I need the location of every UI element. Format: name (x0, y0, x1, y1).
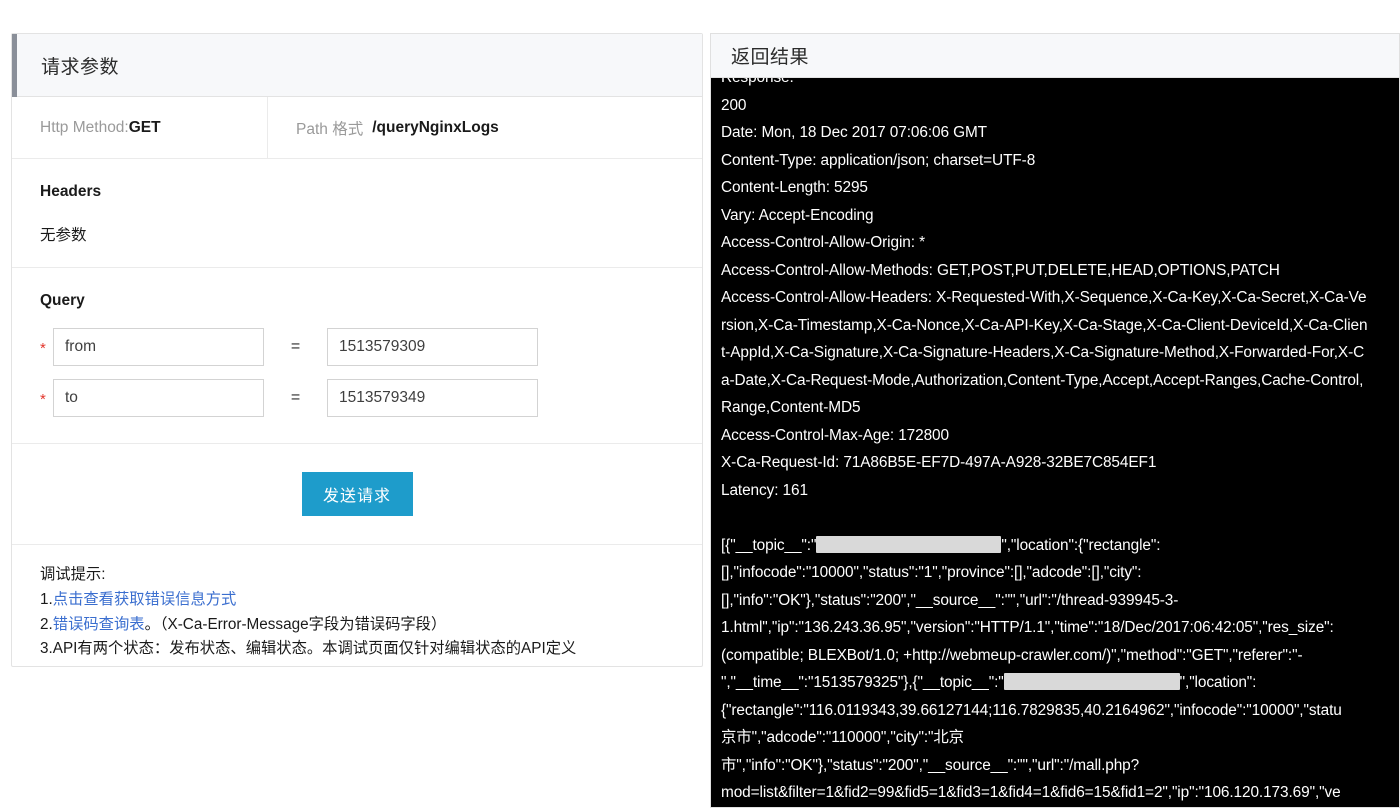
page-root: 请求参数 Http Method: GET Path 格式/queryNginxL… (0, 0, 1400, 808)
console-line: Content-Type: application/json; charset=… (721, 151, 1036, 169)
console-line: Access-Control-Allow-Methods: GET,POST,P… (721, 261, 1280, 279)
tips-item-1-index: 1. (40, 590, 53, 608)
tips-heading: 调试提示: (40, 566, 106, 583)
equals-sign: = (290, 338, 301, 355)
query-param-name-input-0[interactable] (53, 328, 264, 366)
console-line-allow-headers: Access-Control-Allow-Headers: X-Requeste… (721, 289, 1368, 416)
tips-item-2-rest: 。（X-Ca-Error-Message字段为错误码字段） (144, 615, 447, 633)
console-body-line: [],"info":"OK"},"status":"200","__source… (721, 591, 1179, 609)
console-body-line: ","__time__":"1513579325"},{"__topic__":… (721, 673, 1257, 691)
console-body-line: 1.html","ip":"136.243.36.95","version":"… (721, 619, 1334, 636)
query-param-row: * = (40, 328, 674, 366)
tips-item-3-index: 3. (40, 640, 53, 658)
headers-title: Headers (40, 183, 102, 200)
query-param-row: * = (40, 379, 674, 417)
response-panel-header: 返回结果 (711, 34, 1399, 78)
path-label: Path 格式 (296, 120, 364, 138)
request-params-panel: 请求参数 Http Method: GET Path 格式/queryNginxL… (11, 33, 703, 667)
console-body-line: {"rectangle":"116.0119343,39.66127144;11… (721, 701, 1342, 719)
query-section: Query * = * = (12, 268, 702, 444)
http-method-label: Http Method: (40, 118, 129, 136)
path-cell: Path 格式/queryNginxLogs (268, 97, 499, 158)
headers-empty-note: 无参数 (40, 227, 87, 244)
redacted-value (1003, 673, 1180, 690)
response-panel-title: 返回结果 (731, 47, 810, 68)
tips-item-1-link[interactable]: 点击查看获取错误信息方式 (53, 591, 237, 608)
required-marker: * (40, 390, 46, 408)
query-title: Query (40, 292, 85, 309)
console-line: Content-Length: 5295 (721, 179, 868, 196)
headers-section: Headers 无参数 (12, 159, 702, 268)
response-console[interactable]: Response: 200 Date: Mon, 18 Dec 2017 07:06… (711, 78, 1399, 807)
console-body-line: [],"infocode":"10000","status":"1","prov… (721, 564, 1142, 581)
console-line: Vary: Accept-Encoding (721, 206, 874, 224)
console-body-line: [{"__topic__":" ","location":{"rectangle"… (721, 535, 1161, 554)
http-method-cell: Http Method: GET (12, 97, 268, 158)
request-panel-header: 请求参数 (12, 34, 702, 97)
console-line: Access-Control-Allow-Origin: * (721, 234, 925, 251)
query-param-name-input-1[interactable] (53, 379, 264, 417)
query-param-value-input-0[interactable] (327, 328, 538, 366)
send-request-button[interactable]: 发送请求 (301, 472, 413, 516)
console-line: Response: (721, 78, 1399, 92)
debug-tips: 调试提示: 1.点击查看获取错误信息方式 2.错误码查询表。（X-Ca-Erro… (12, 545, 702, 682)
console-line: Date: Mon, 18 Dec 2017 07:06:06 GMT (721, 124, 987, 141)
tips-item-2-index: 2. (40, 615, 53, 633)
console-body-line: mod=list&filter=1&fid2=99&fid5=1&fid3=1&… (721, 784, 1341, 801)
required-marker: * (40, 339, 46, 357)
response-panel: 返回结果 Response: 200 Date: Mon, 18 Dec 2017 … (710, 33, 1400, 808)
header-accent-bar (12, 34, 17, 97)
response-console-content: Response: 200 Date: Mon, 18 Dec 2017 07:06… (721, 78, 1399, 807)
http-method-value: GET (128, 118, 161, 136)
method-path-row: Http Method: GET Path 格式/queryNginxLogs (12, 97, 702, 159)
path-value: /queryNginxLogs (372, 118, 499, 136)
tips-item-2-link[interactable]: 错误码查询表 (53, 616, 145, 633)
send-button-wrap: 发送请求 (12, 444, 702, 545)
redacted-value (816, 535, 1002, 553)
tips-item-2: 2.错误码查询表。（X-Ca-Error-Message字段为错误码字段） (40, 613, 674, 638)
tips-item-3: 3.API有两个状态：发布状态、编辑状态。本调试页面仅针对编辑状态的API定义 (40, 637, 674, 662)
console-line: 200 (721, 96, 747, 114)
console-line: X-Ca-Request-Id: 71A86B5E-EF7D-497A-A928… (721, 454, 1157, 471)
tips-item-3-rest: API有两个状态：发布状态、编辑状态。本调试页面仅针对编辑状态的API定义 (52, 640, 577, 658)
request-panel-title: 请求参数 (41, 56, 120, 78)
tips-item-1: 1.点击查看获取错误信息方式 (40, 588, 674, 613)
query-param-value-input-1[interactable] (327, 379, 538, 417)
console-body-line: (compatible; BLEXBot/1.0; +http://webmeu… (721, 646, 1303, 664)
console-body-line: 京市","adcode":"110000","city":"北京 (721, 729, 964, 746)
console-body-line: 市","info":"OK"},"status":"200","__source… (721, 756, 1140, 774)
console-line: Latency: 161 (721, 481, 808, 499)
equals-sign: = (290, 389, 301, 406)
console-line: Access-Control-Max-Age: 172800 (721, 426, 949, 444)
